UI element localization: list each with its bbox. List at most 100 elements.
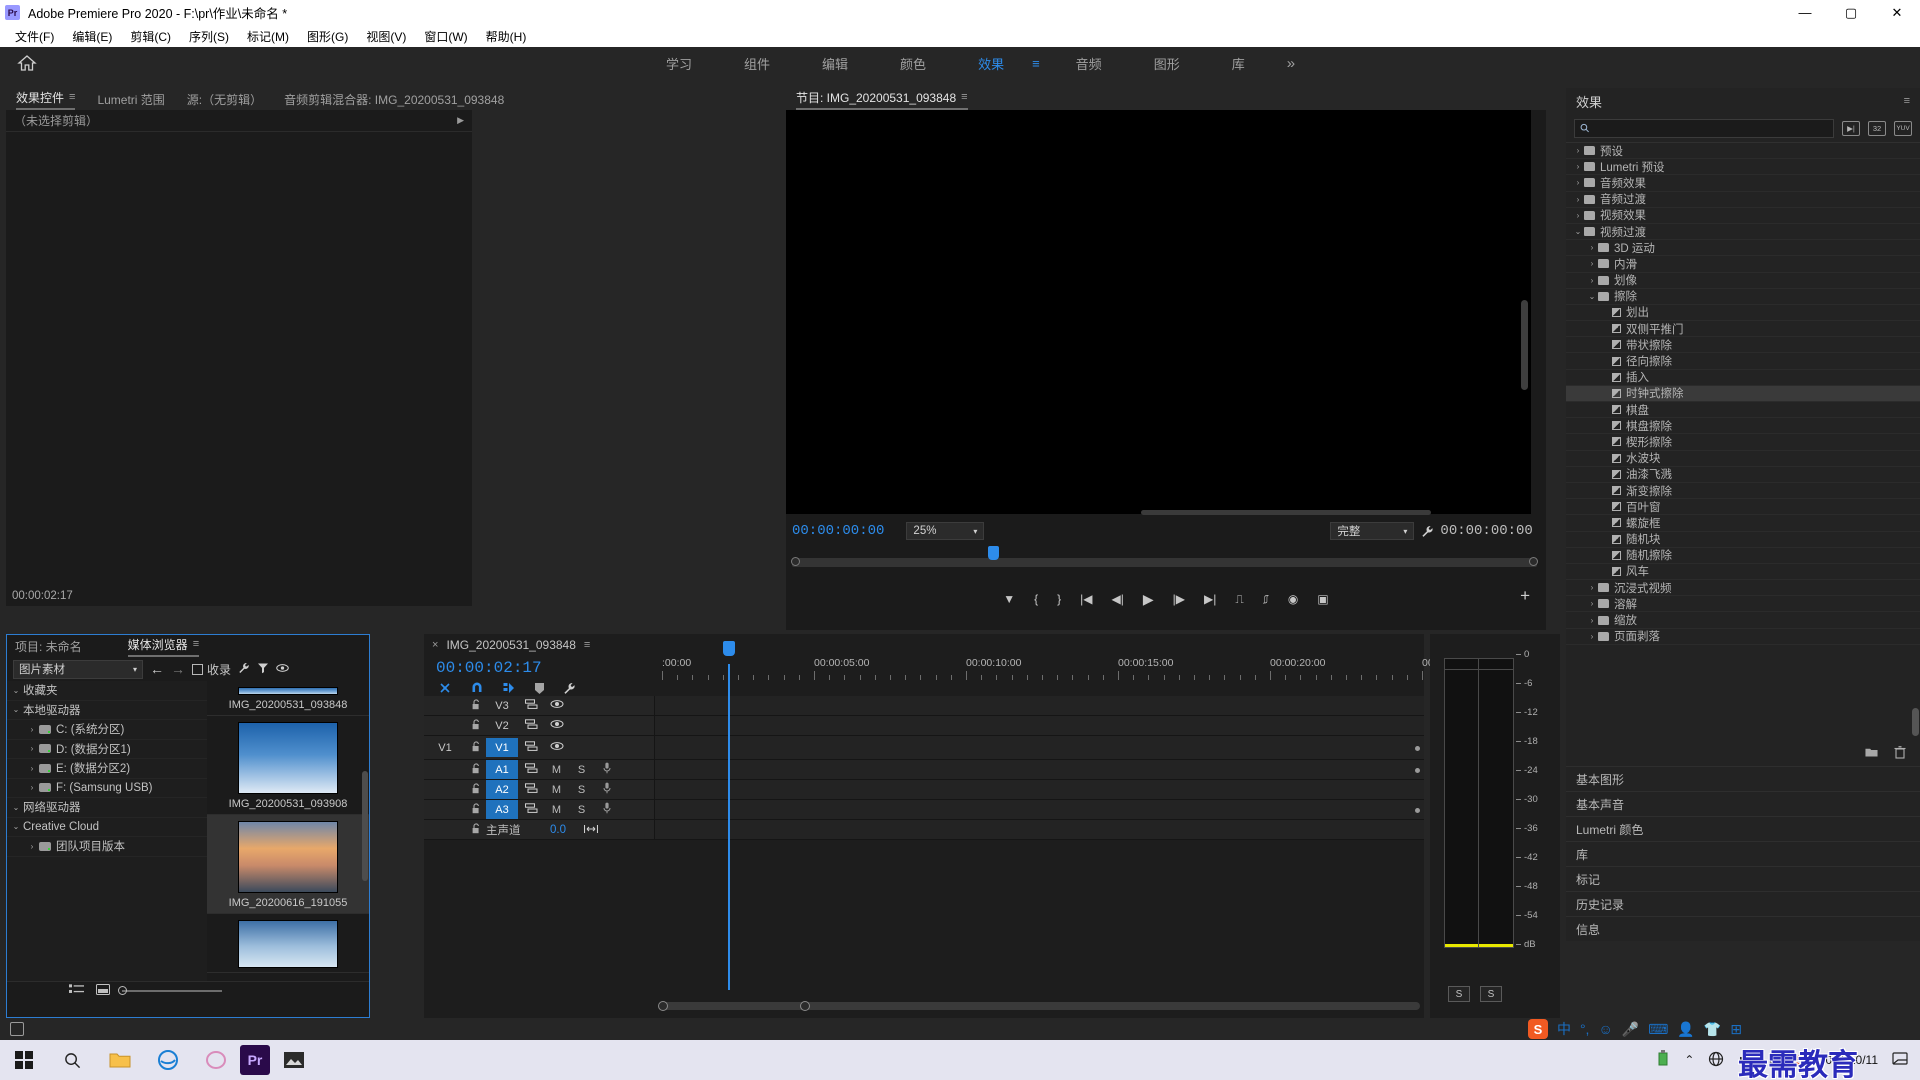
eye-icon[interactable] bbox=[276, 662, 289, 676]
effects-tree-item[interactable]: 径向擦除 bbox=[1566, 353, 1920, 370]
timeline-playhead-timecode[interactable]: 00:00:02:17 bbox=[424, 656, 654, 677]
media-tree-item[interactable]: › 团队项目版本 bbox=[7, 837, 207, 857]
timeline-ruler[interactable]: :00:00 00:00:05:00 00:00:10:00 00:00:15:00 0… bbox=[654, 656, 1437, 682]
media-tree-item[interactable]: › F: (Samsung USB) bbox=[7, 779, 207, 798]
workspace-menu-icon[interactable]: ≡ bbox=[1030, 56, 1050, 71]
solo-button[interactable]: S bbox=[569, 804, 594, 816]
workspace-tab-6[interactable]: 图形 bbox=[1128, 47, 1206, 79]
effects-tree-item[interactable]: › 3D 运动 bbox=[1566, 240, 1920, 257]
timeline-track-A1[interactable]: A1 M S bbox=[424, 760, 1424, 780]
track-lock-icon[interactable] bbox=[466, 718, 486, 733]
photoshop-icon[interactable] bbox=[192, 1040, 240, 1080]
zoom-level-select[interactable]: 25% ▾ bbox=[906, 522, 985, 540]
chevron-right-icon[interactable]: › bbox=[1572, 162, 1584, 171]
effects-search-input[interactable] bbox=[1594, 122, 1828, 134]
track-lock-icon[interactable] bbox=[466, 740, 486, 755]
track-name-V3[interactable]: V3 bbox=[486, 696, 518, 715]
media-tree-item[interactable]: › D: (数据分区1) bbox=[7, 740, 207, 759]
chevron-down-icon[interactable]: ⌄ bbox=[9, 822, 23, 831]
close-icon[interactable]: × bbox=[432, 639, 438, 651]
hamburger-icon[interactable]: ≡ bbox=[961, 91, 967, 103]
media-tree-item[interactable]: › C: (系统分区) bbox=[7, 720, 207, 740]
playhead-handle[interactable] bbox=[723, 641, 735, 656]
go-to-in-button[interactable]: |◀ bbox=[1080, 592, 1092, 606]
chevron-right-icon[interactable]: › bbox=[25, 764, 39, 773]
effects-tree-item[interactable]: ⌄ 视频过渡 bbox=[1566, 224, 1920, 241]
media-browser-tab-0[interactable]: 项目: 未命名 bbox=[15, 638, 82, 655]
effect-controls-tab-3[interactable]: 音频剪辑混合器: IMG_20200531_093848 bbox=[284, 91, 504, 108]
chevron-right-icon[interactable]: › bbox=[25, 842, 39, 851]
media-tree-item[interactable]: › E: (数据分区2) bbox=[7, 759, 207, 779]
stacked-panel-header[interactable]: 库 bbox=[1566, 841, 1920, 866]
toggle-track-output-icon[interactable] bbox=[518, 718, 544, 733]
solo-button-left[interactable]: S bbox=[1448, 986, 1470, 1002]
search-icon[interactable] bbox=[48, 1040, 96, 1080]
program-current-timecode[interactable]: 00:00:00:00 bbox=[792, 523, 884, 539]
media-tree-item[interactable]: ⌄ 收藏夹 bbox=[7, 681, 207, 701]
stacked-panel-header[interactable]: 信息 bbox=[1566, 916, 1920, 941]
effects-tree-item[interactable]: 风车 bbox=[1566, 564, 1920, 581]
program-playhead-marker[interactable] bbox=[988, 546, 999, 560]
nav-forward-button[interactable]: → bbox=[171, 661, 185, 677]
timeline-track-V2[interactable]: V2 bbox=[424, 716, 1424, 736]
slider-handle[interactable] bbox=[118, 985, 127, 995]
timeline-track-V1[interactable]: V1 V1 bbox=[424, 736, 1424, 760]
track-name-A3[interactable]: A3 bbox=[486, 800, 518, 819]
effects-tree-item[interactable]: › 预设 bbox=[1566, 143, 1920, 160]
network-icon[interactable] bbox=[1708, 1051, 1724, 1070]
chevron-right-icon[interactable]: › bbox=[1572, 146, 1584, 155]
source-track-indicator[interactable]: V1 bbox=[424, 742, 466, 754]
ime-glyph-1[interactable]: °, bbox=[1580, 1021, 1590, 1037]
effects-tree-item[interactable]: › 缩放 bbox=[1566, 612, 1920, 629]
chevron-right-icon[interactable]: › bbox=[1586, 583, 1598, 592]
menu-item-3[interactable]: 序列(S) bbox=[180, 28, 238, 45]
menu-item-2[interactable]: 剪辑(C) bbox=[121, 28, 180, 45]
ime-glyph-0[interactable]: 中 bbox=[1557, 1019, 1571, 1039]
lift-button[interactable]: ⎍ bbox=[1235, 592, 1243, 607]
timeline-horizontal-scrollbar[interactable] bbox=[658, 1001, 1420, 1011]
effects-tree-item[interactable]: › 视频效果 bbox=[1566, 208, 1920, 224]
workspace-tab-3[interactable]: 颜色 bbox=[874, 47, 952, 79]
media-browser-tree[interactable]: ⌄ 收藏夹 ⌄ 本地驱动器 › C: (系统分区) › D: (数据分区1) › E: (数据分区… bbox=[7, 681, 207, 981]
effects-tree-item[interactable]: 水波块 bbox=[1566, 451, 1920, 467]
effects-tree-item[interactable]: › 划像 bbox=[1566, 273, 1920, 289]
media-tree-item[interactable]: ⌄ 网络驱动器 bbox=[7, 798, 207, 818]
track-lane[interactable] bbox=[654, 780, 1424, 799]
toggle-track-output-icon[interactable] bbox=[518, 802, 544, 817]
menu-item-1[interactable]: 编辑(E) bbox=[63, 28, 121, 45]
timeline-track-V3[interactable]: V3 bbox=[424, 696, 1424, 716]
effects-scrollbar[interactable] bbox=[1912, 708, 1919, 736]
stacked-panel-header[interactable]: 基本声音 bbox=[1566, 791, 1920, 816]
effects-tree-item[interactable]: 带状擦除 bbox=[1566, 337, 1920, 354]
wrench-icon[interactable] bbox=[1414, 525, 1440, 538]
effect-controls-tab-0[interactable]: 效果控件 ≡ bbox=[16, 89, 76, 110]
button-editor-plus[interactable]: + bbox=[1520, 586, 1530, 606]
mark-out-button[interactable]: } bbox=[1057, 592, 1061, 606]
media-browser-tab-1[interactable]: 媒体浏览器 ≡ bbox=[127, 636, 200, 657]
program-vertical-scrollbar[interactable] bbox=[1521, 300, 1528, 390]
mark-in-button[interactable]: { bbox=[1034, 592, 1038, 606]
mic-icon[interactable] bbox=[594, 802, 620, 817]
track-name-V1[interactable]: V1 bbox=[486, 738, 518, 757]
stacked-panel-header[interactable]: Lumetri 颜色 bbox=[1566, 816, 1920, 841]
new-custom-bin-icon[interactable] bbox=[1865, 747, 1878, 761]
menu-item-8[interactable]: 帮助(H) bbox=[477, 28, 536, 45]
chevron-up-icon[interactable]: ⌃ bbox=[1684, 1053, 1694, 1067]
chevron-right-icon[interactable]: › bbox=[25, 744, 39, 753]
workspace-tab-7[interactable]: 库 bbox=[1206, 47, 1271, 79]
view-type-select[interactable]: 图片素材 ▾ bbox=[13, 659, 143, 679]
timeline-track-A3[interactable]: A3 M S bbox=[424, 800, 1424, 820]
chevron-right-icon[interactable]: › bbox=[1586, 259, 1598, 268]
effect-controls-tab-1[interactable]: Lumetri 范围 bbox=[97, 91, 164, 108]
add-marker-button[interactable]: ▼ bbox=[1003, 592, 1015, 606]
extract-button[interactable]: ⎎ bbox=[1263, 592, 1269, 607]
effects-tree-item[interactable]: 划出 bbox=[1566, 305, 1920, 322]
accelerated-effect-icon[interactable]: ▶| bbox=[1842, 120, 1860, 136]
chevron-right-icon[interactable]: › bbox=[1586, 276, 1598, 285]
usb-eject-icon[interactable] bbox=[1656, 1049, 1670, 1071]
workspace-tab-5[interactable]: 音频 bbox=[1050, 47, 1128, 79]
effects-tree-item[interactable]: › 页面剥落 bbox=[1566, 629, 1920, 645]
thumbnail-cell[interactable]: IMG_20200531_093908 bbox=[207, 716, 369, 815]
timeline-playhead[interactable] bbox=[723, 641, 735, 990]
media-browser-thumbnails[interactable]: IMG_20200531_093848 IMG_20200531_093908 IM… bbox=[207, 681, 369, 981]
